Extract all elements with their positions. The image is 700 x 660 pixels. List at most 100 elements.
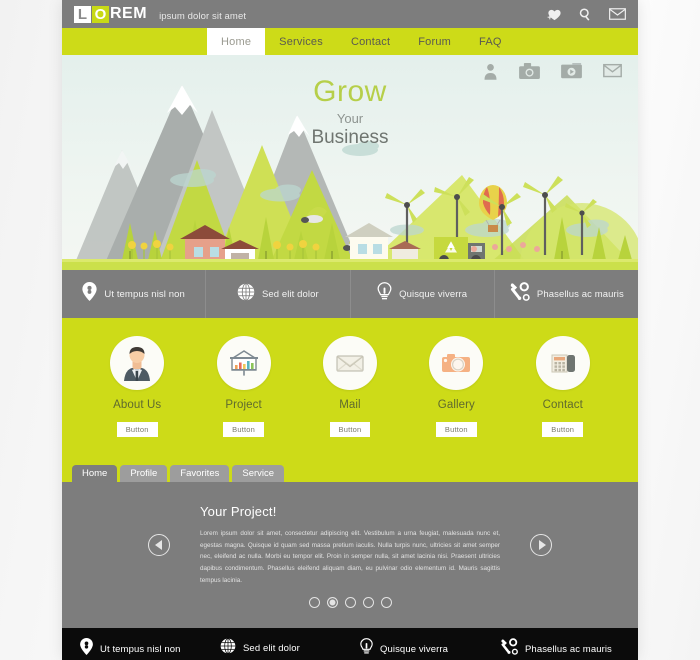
feature-label: Quisque viverra <box>399 288 468 300</box>
wrench-gear-icon <box>500 638 518 660</box>
hero-headline-business: Business <box>311 127 389 148</box>
logo-mark: L O REM <box>74 5 147 23</box>
logo-letter-l: L <box>74 5 91 23</box>
project-panel: Your Project! Lorem ipsum dolor sit amet… <box>62 482 638 628</box>
hero-headline: Grow Your Business <box>62 75 638 149</box>
website-mockup: L O REM ipsum dolor sit amet Home Servic… <box>62 0 638 660</box>
carousel-dot[interactable] <box>344 597 356 608</box>
footer-title: Phasellus ac mauris <box>525 643 612 655</box>
service-button[interactable]: Button <box>223 422 265 437</box>
mail-envelope-icon <box>329 343 370 383</box>
logo-tagline: ipsum dolor sit amet <box>159 10 247 22</box>
mail-icon[interactable] <box>609 7 626 21</box>
tab-service[interactable]: Service <box>232 465 285 482</box>
lightbulb-icon <box>360 638 373 660</box>
hero-headline-grow: Grow <box>313 75 387 108</box>
carousel-prev-button[interactable] <box>148 534 170 556</box>
chevron-right-icon <box>538 540 546 550</box>
nav-item-forum[interactable]: Forum <box>404 28 465 55</box>
service-card-mail[interactable]: Mail Button <box>307 336 393 437</box>
footer-title: Quisque viverra <box>380 643 449 655</box>
service-icon-wrap <box>535 336 590 390</box>
feature-item-globe[interactable]: Sed elit dolor <box>206 270 351 318</box>
service-label: Contact <box>542 399 583 411</box>
service-card-gallery[interactable]: Gallery Button <box>413 336 499 437</box>
project-title: Your Project! <box>200 504 277 519</box>
favorite-heart-icon[interactable] <box>547 7 562 22</box>
envelope-icon[interactable] <box>603 63 622 80</box>
photo-camera-icon <box>436 343 477 383</box>
globe-icon <box>220 638 236 659</box>
wrench-gear-icon <box>509 282 530 306</box>
footer-title: Ut tempus nisl non <box>100 643 181 655</box>
logo-letters-rem: REM <box>110 5 148 22</box>
nav-item-faq[interactable]: FAQ <box>465 28 516 55</box>
feature-item-wrench[interactable]: Phasellus ac mauris <box>495 270 638 318</box>
service-button[interactable]: Button <box>116 422 158 437</box>
logo-letter-o: O <box>92 5 109 23</box>
carousel-dot[interactable] <box>308 597 320 608</box>
tab-favorites[interactable]: Favorites <box>170 465 230 482</box>
tab-strip: Home Profile Favorites Service <box>62 465 638 482</box>
footer-heading: Quisque viverra <box>360 638 480 660</box>
hero-banner: Grow Your Business <box>62 55 638 270</box>
footer-column-location: Ut tempus nisl non Lorem ipsum dolor sit… <box>70 638 210 660</box>
feature-bar: Ut tempus nisl non Sed elit dolor Quisqu… <box>62 270 638 318</box>
service-card-project[interactable]: Project Button <box>201 336 287 437</box>
camera-icon[interactable] <box>519 63 540 80</box>
project-body-text: Lorem ipsum dolor sit amet, consectetur … <box>200 530 500 584</box>
location-pin-icon <box>80 638 93 660</box>
project-content: Your Project! Lorem ipsum dolor sit amet… <box>200 504 500 586</box>
nav-item-contact[interactable]: Contact <box>337 28 404 55</box>
service-icon-wrap <box>110 336 165 390</box>
feature-item-lightbulb[interactable]: Quisque viverra <box>351 270 495 318</box>
footer-heading: Phasellus ac mauris <box>500 638 620 660</box>
lightbulb-icon <box>377 282 392 306</box>
tab-profile[interactable]: Profile <box>120 465 168 482</box>
carousel-dots <box>62 597 638 608</box>
video-icon[interactable] <box>561 63 582 80</box>
service-label: About Us <box>113 399 162 411</box>
service-card-about-us[interactable]: About Us Button <box>94 336 180 437</box>
service-button[interactable]: Button <box>329 422 371 437</box>
carousel-dot[interactable] <box>362 597 374 608</box>
footer-heading: Sed elit dolor <box>220 638 340 659</box>
feature-label: Phasellus ac mauris <box>536 288 624 300</box>
footer-column-wrench: Phasellus ac mauris Lorem ipsum dolor si… <box>490 638 630 660</box>
nav-item-services[interactable]: Services <box>265 28 337 55</box>
desk-phone-icon <box>542 343 583 383</box>
businessman-icon <box>117 343 158 383</box>
service-icon-wrap <box>322 336 377 390</box>
site-logo[interactable]: L O REM ipsum dolor sit amet <box>74 5 246 23</box>
service-label: Project <box>225 399 262 411</box>
service-button[interactable]: Button <box>435 422 477 437</box>
nav-item-home[interactable]: Home <box>207 28 266 55</box>
top-header-bar: L O REM ipsum dolor sit amet <box>62 0 638 28</box>
feature-item-location[interactable]: Ut tempus nisl non <box>62 270 207 318</box>
site-footer: Ut tempus nisl non Lorem ipsum dolor sit… <box>62 628 638 660</box>
user-icon[interactable] <box>483 63 498 80</box>
footer-column-globe: Sed elit dolor Lorem ipsum dolor sit ame… <box>210 638 350 660</box>
carousel-next-button[interactable] <box>530 534 552 556</box>
carousel-dot[interactable] <box>380 597 392 608</box>
globe-icon <box>237 282 255 306</box>
service-button[interactable]: Button <box>542 422 584 437</box>
carousel-dot-active[interactable] <box>326 597 338 608</box>
tab-home[interactable]: Home <box>72 465 118 482</box>
service-icon-wrap <box>429 336 484 390</box>
page-canvas: L O REM ipsum dolor sit amet Home Servic… <box>0 0 700 660</box>
chevron-left-icon <box>154 540 162 550</box>
service-card-contact[interactable]: Contact Button <box>520 336 606 437</box>
chart-presentation-icon <box>223 343 264 383</box>
service-icon-wrap <box>216 336 271 390</box>
feature-label: Sed elit dolor <box>261 288 319 300</box>
search-icon[interactable] <box>578 7 593 22</box>
service-label: Gallery <box>437 399 475 411</box>
location-pin-icon <box>82 282 97 306</box>
footer-title: Sed elit dolor <box>243 643 300 654</box>
hero-headline-your: Your <box>336 111 364 126</box>
footer-heading: Ut tempus nisl non <box>80 638 200 660</box>
feature-label: Ut tempus nisl non <box>104 288 185 300</box>
main-navigation: Home Services Contact Forum FAQ <box>62 28 638 55</box>
top-icon-group <box>547 7 626 22</box>
